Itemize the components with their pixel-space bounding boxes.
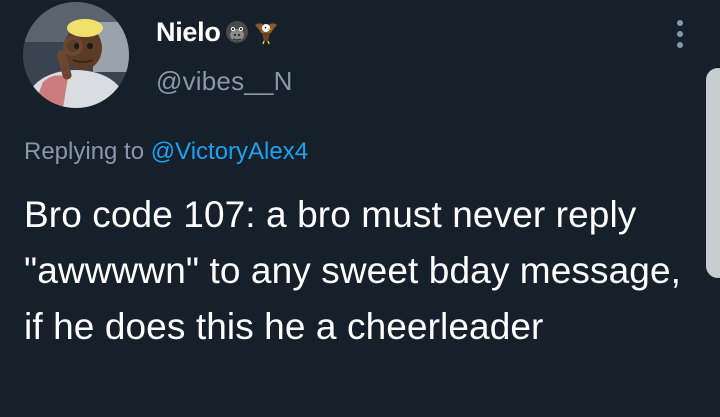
gorilla-emoji-icon bbox=[224, 19, 250, 45]
more-options-button[interactable] bbox=[666, 18, 694, 50]
scrollbar[interactable] bbox=[706, 68, 720, 278]
reply-mention-link[interactable]: @VictoryAlex4 bbox=[151, 138, 308, 165]
reply-context: Replying to @VictoryAlex4 bbox=[24, 138, 308, 166]
eagle-emoji-icon bbox=[253, 19, 279, 45]
tweet-text: Bro code 107: a bro must never reply "aw… bbox=[24, 194, 682, 347]
more-vertical-icon-dot bbox=[677, 31, 683, 37]
author-handle[interactable]: @vibes__N bbox=[156, 66, 293, 97]
more-vertical-icon bbox=[677, 20, 683, 26]
author-name-row[interactable]: Nielo bbox=[156, 15, 279, 49]
avatar[interactable] bbox=[23, 2, 129, 108]
reply-prefix: Replying to bbox=[24, 138, 145, 165]
display-name[interactable]: Nielo bbox=[156, 17, 221, 48]
more-vertical-icon-dot bbox=[677, 42, 683, 48]
